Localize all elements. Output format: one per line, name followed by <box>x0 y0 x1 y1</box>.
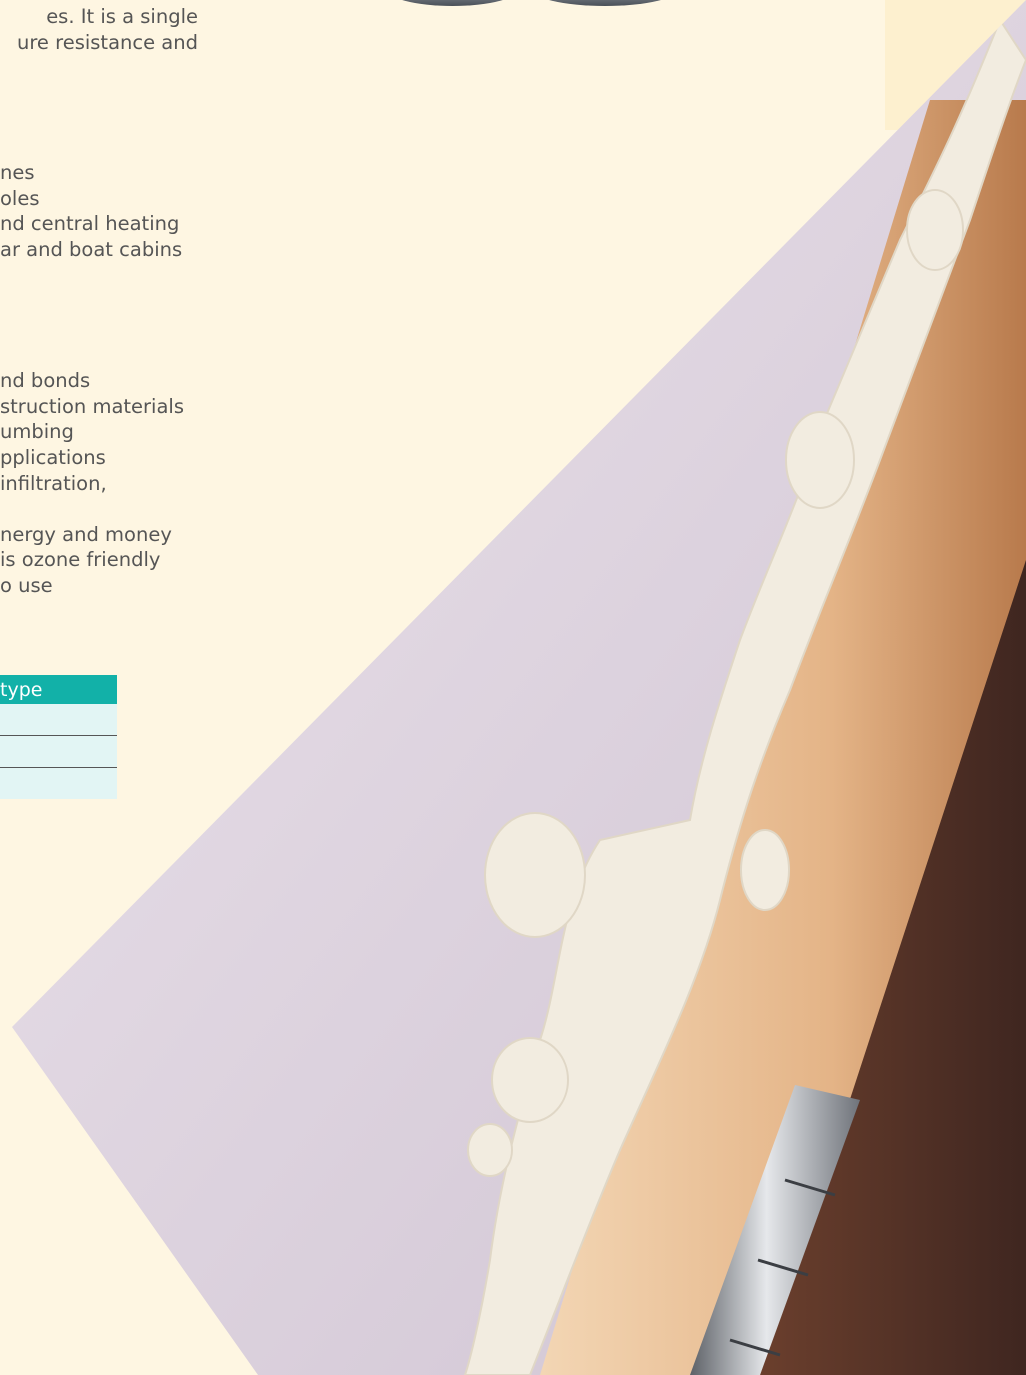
foam-sealant-photo <box>12 0 1026 1375</box>
brochure-page: es. It is a single ure resistance and ne… <box>0 0 1026 1375</box>
